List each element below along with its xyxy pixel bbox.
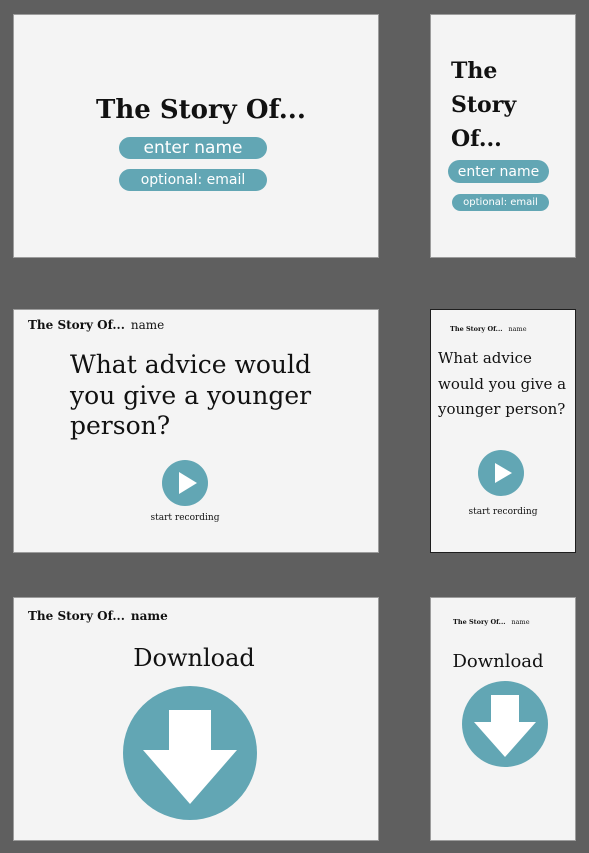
download-heading: Download (452, 651, 544, 672)
header: The Story Of... name (453, 619, 530, 626)
download-heading: Download (133, 644, 255, 672)
question-prompt: What advice would you give a younger per… (438, 349, 567, 418)
play-button[interactable] (478, 450, 524, 496)
record-label: start recording (150, 513, 220, 523)
landing-screen-mobile: The Story Of... enter name optional: ema… (430, 14, 576, 258)
play-icon (495, 463, 512, 483)
question-screen-desktop: The Story Of... name What advice would yo… (13, 309, 379, 553)
name-input[interactable]: enter name (448, 160, 549, 183)
download-button[interactable] (462, 681, 548, 767)
header-title: The Story Of... (450, 325, 503, 333)
header-name: name (130, 609, 168, 623)
question-prompt: What advice would you give a younger per… (70, 350, 312, 440)
header-name: name (511, 618, 530, 626)
app-title-line-2: Story (451, 92, 517, 118)
landing-screen-desktop: The Story Of... enter name optional: ema… (13, 14, 379, 258)
download-screen-desktop: The Story Of... name Download (13, 597, 379, 841)
email-input[interactable]: optional: email (452, 194, 549, 211)
app-title-line-1: The (451, 58, 498, 84)
record-label: start recording (468, 507, 538, 517)
header-name: name (130, 318, 165, 332)
play-button[interactable] (162, 460, 208, 506)
header: The Story Of... name (28, 319, 164, 331)
download-arrow-icon (143, 710, 237, 804)
question-screen-mobile: The Story Of... name What advice would yo… (430, 309, 576, 553)
download-button[interactable] (123, 686, 257, 820)
header: The Story Of... name (28, 610, 168, 622)
header-title: The Story Of... (453, 618, 506, 626)
download-arrow-icon (474, 695, 536, 757)
header-title: The Story Of... (28, 609, 125, 623)
app-title: The Story Of... (96, 95, 306, 125)
header: The Story Of... name (450, 326, 527, 333)
email-input[interactable]: optional: email (119, 169, 267, 191)
name-input[interactable]: enter name (119, 137, 267, 159)
play-icon (179, 472, 197, 494)
app-title-line-3: Of... (451, 126, 502, 152)
download-screen-mobile: The Story Of... name Download (430, 597, 576, 841)
header-title: The Story Of... (28, 318, 125, 332)
header-name: name (508, 325, 527, 333)
